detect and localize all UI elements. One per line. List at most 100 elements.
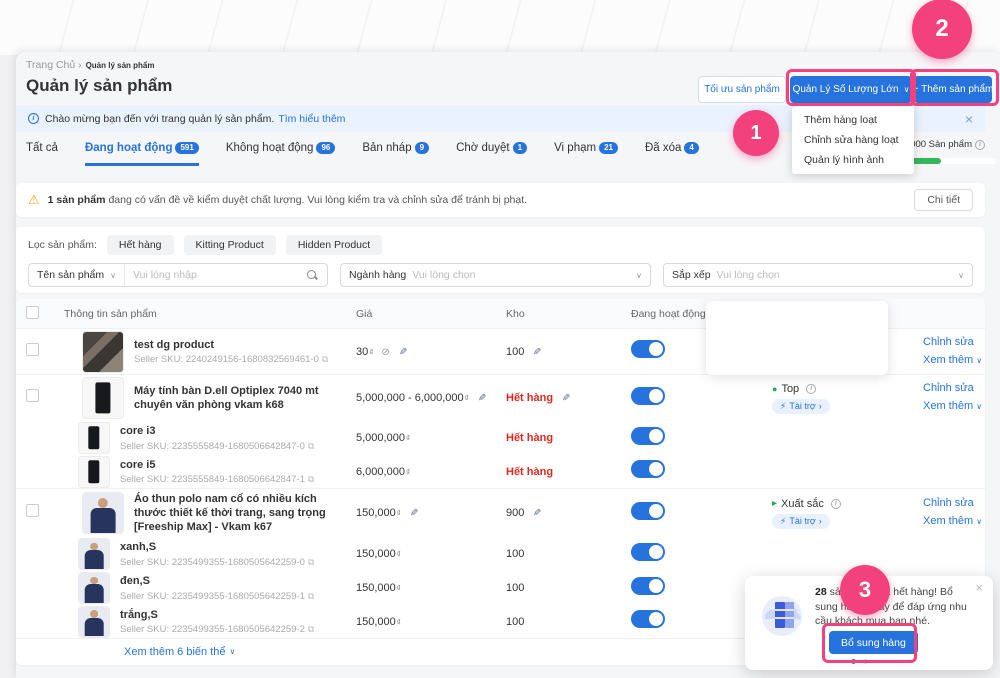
product-thumbnail <box>82 492 124 534</box>
stock-cell: 100 <box>506 616 631 628</box>
add-product-button[interactable]: + Thêm sản phẩm <box>914 76 992 103</box>
filter-chip-kitting[interactable]: Kitting Product <box>184 235 276 255</box>
search-icon[interactable] <box>307 270 318 281</box>
chevron-down-icon: ∨ <box>976 402 982 411</box>
variant-sku: Seller SKU: 2235555849-1680506642847-1 ⧉ <box>120 474 314 485</box>
search-input[interactable] <box>125 269 307 281</box>
restock-message: 28 sản phẩm đã hết hàng! Bổ sung hàng ng… <box>815 585 969 629</box>
active-toggle[interactable] <box>631 387 665 405</box>
price-cell: 5,000,000₫ <box>356 432 506 444</box>
header-info: Thông tin sản phẩm <box>64 308 356 320</box>
copy-icon[interactable]: ⧉ <box>308 557 314 568</box>
tab-count-badge: 9 <box>415 142 429 154</box>
chevron-down-icon: ∨ <box>976 356 982 365</box>
annotation-step-3: 3 <box>840 565 890 615</box>
tab-violation[interactable]: Vi phạm 21 <box>554 142 618 166</box>
sort-select[interactable]: Sắp xếp Vui lòng chọn ∨ <box>663 263 973 287</box>
close-banner-icon[interactable]: × <box>965 111 973 127</box>
variant-name: core i5 <box>120 458 314 472</box>
row-checkbox[interactable] <box>26 504 39 517</box>
product-name: Áo thun polo nam cổ có nhiều kích thước … <box>134 492 349 535</box>
row-checkbox[interactable] <box>26 389 39 402</box>
copy-icon[interactable]: ⧉ <box>308 474 314 485</box>
close-popup-icon[interactable]: × <box>975 580 983 595</box>
dot-inactive[interactable] <box>863 659 868 664</box>
price-cell: 30₫ ⊘ ✎ <box>356 346 506 358</box>
more-link[interactable]: Xem thêm ∨ <box>923 513 985 531</box>
tab-count-badge: 1 <box>513 142 527 154</box>
edit-link[interactable]: Chỉnh sửa <box>923 495 985 513</box>
stock-cell: 100 <box>506 548 631 560</box>
menu-item-bulk-add[interactable]: Thêm hàng loạt <box>792 110 914 130</box>
copy-icon[interactable]: ⧉ <box>322 354 328 365</box>
menu-item-image-manage[interactable]: Quản lý hình ảnh <box>792 150 914 170</box>
active-toggle[interactable] <box>631 340 665 358</box>
more-link[interactable]: Xem thêm ∨ <box>923 352 985 370</box>
more-link[interactable]: Xem thêm ∨ <box>923 398 985 416</box>
sponsor-icon: ⚡ <box>780 401 786 412</box>
filter-chip-hidden[interactable]: Hidden Product <box>286 235 382 255</box>
sponsored-badge[interactable]: ⚡ Tài trợ › <box>772 399 830 414</box>
table-row: Áo thun polo nam cổ có nhiều kích thước … <box>16 489 985 537</box>
filter-panel: Lọc sản phẩm: Hết hàng Kitting Product H… <box>16 227 985 293</box>
product-thumbnail <box>78 606 110 638</box>
price-cell: 150,000₫ <box>356 616 506 628</box>
edit-stock-icon[interactable]: ✎ <box>533 508 541 519</box>
dot-active[interactable] <box>851 659 856 664</box>
price-cell: 150,000₫ <box>356 582 506 594</box>
tab-all[interactable]: Tất cả <box>26 142 58 166</box>
product-thumbnail <box>78 538 110 570</box>
detail-button[interactable]: Chi tiết <box>914 189 973 211</box>
content-score-cell: ▸ Xuất sắc i ⚡ Tài trợ › <box>736 498 911 529</box>
edit-stock-icon[interactable]: ✎ <box>533 347 541 358</box>
active-toggle[interactable] <box>631 610 665 628</box>
product-thumbnail <box>82 331 124 373</box>
tab-deleted[interactable]: Đã xóa 4 <box>645 142 699 166</box>
copy-icon[interactable]: ⧉ <box>308 624 314 635</box>
tab-inactive[interactable]: Không hoạt động 96 <box>226 142 336 166</box>
info-icon: i <box>28 113 39 124</box>
info-icon: i <box>831 499 841 509</box>
tab-pending[interactable]: Chờ duyệt 1 <box>456 142 527 166</box>
select-all-checkbox[interactable] <box>26 306 39 319</box>
breadcrumb-separator-icon: › <box>78 59 82 71</box>
annotation-step-2: 2 <box>912 0 972 59</box>
popup-pagination-dots[interactable] <box>851 659 868 664</box>
menu-item-bulk-edit[interactable]: Chỉnh sửa hàng loạt <box>792 130 914 150</box>
optimize-products-button[interactable]: Tối ưu sản phẩm <box>698 76 786 103</box>
active-toggle[interactable] <box>631 543 665 561</box>
edit-price-icon[interactable]: ✎ <box>478 393 486 404</box>
chevron-right-icon: › <box>819 516 822 526</box>
tab-active[interactable]: Đang hoạt động 591 <box>85 142 199 166</box>
edit-link[interactable]: Chỉnh sửa <box>923 334 985 352</box>
copy-icon[interactable]: ⧉ <box>308 591 314 602</box>
edit-price-icon[interactable]: ✎ <box>410 508 418 519</box>
variant-sku: Seller SKU: 2235499355-1680505642259-0 ⧉ <box>120 557 314 568</box>
content-score-cell: ● Top i ⚡ Tài trợ › <box>736 383 911 414</box>
filter-chip-out-of-stock[interactable]: Hết hàng <box>107 235 174 255</box>
sponsored-badge[interactable]: ⚡ Tài trợ › <box>772 514 830 529</box>
bulk-manage-button[interactable]: Quản Lý Số Lượng Lớn ∨ <box>790 76 912 103</box>
table-row: core i3 Seller SKU: 2235555849-168050664… <box>16 421 985 455</box>
breadcrumb-home[interactable]: Trang Chủ <box>26 59 75 71</box>
stock-cell: Hết hàng ✎ <box>506 392 631 404</box>
warning-icon: ⚠ <box>28 192 40 208</box>
sponsor-icon: ⚡ <box>780 516 786 527</box>
table-row: xanh,S Seller SKU: 2235499355-1680505642… <box>16 537 985 571</box>
edit-price-icon[interactable]: ✎ <box>399 347 407 358</box>
copy-icon[interactable]: ⧉ <box>308 441 314 452</box>
content-score-spotlight <box>706 301 888 375</box>
quality-warning-banner: ⚠ 1 sản phẩm đang có vấn đề về kiểm duyệ… <box>16 183 985 217</box>
category-select[interactable]: Ngành hàng Vui lòng chọn ∨ <box>340 263 651 287</box>
restock-button[interactable]: Bổ sung hàng <box>829 631 918 654</box>
active-toggle[interactable] <box>631 427 665 445</box>
search-type-select[interactable]: Tên sản phẩm ∨ <box>29 264 125 286</box>
active-toggle[interactable] <box>631 460 665 478</box>
row-checkbox[interactable] <box>26 343 39 356</box>
active-toggle[interactable] <box>631 502 665 520</box>
learn-more-link[interactable]: Tìm hiểu thêm <box>278 113 345 125</box>
tab-draft[interactable]: Bản nháp 9 <box>362 142 429 166</box>
active-toggle[interactable] <box>631 577 665 595</box>
edit-stock-icon[interactable]: ✎ <box>562 393 570 404</box>
edit-link[interactable]: Chỉnh sửa <box>923 380 985 398</box>
